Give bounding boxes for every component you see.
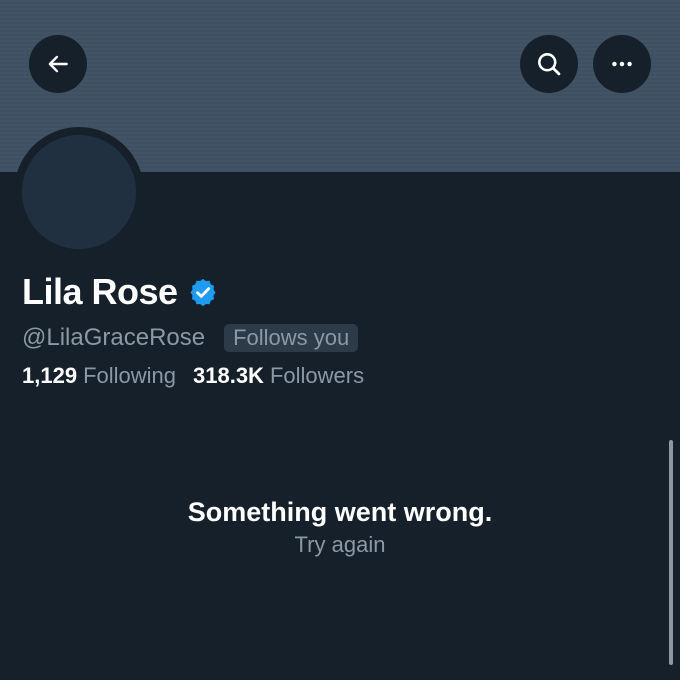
profile-screen: Lila Rose @LilaGraceRose Follows you 1,1… — [0, 0, 680, 680]
more-options-button[interactable] — [593, 35, 651, 93]
follows-you-badge: Follows you — [224, 324, 359, 352]
followers-count: 318.3K — [193, 363, 264, 388]
display-name: Lila Rose — [22, 271, 178, 312]
arrow-left-icon — [48, 55, 68, 73]
following-link[interactable]: 1,129 Following — [22, 361, 176, 391]
error-title: Something went wrong. — [187, 497, 493, 527]
verified-badge-icon[interactable] — [188, 277, 218, 307]
follow-stats: 1,129 Following 318.3K Followers — [22, 361, 364, 391]
following-label: Following — [83, 363, 176, 388]
user-handle: @LilaGraceRose — [22, 324, 206, 351]
followers-link[interactable]: 318.3K Followers — [193, 361, 364, 391]
avatar-frame[interactable] — [14, 127, 144, 257]
error-message: Something went wrong. Try again — [0, 495, 680, 560]
back-button[interactable] — [29, 35, 87, 93]
try-again-button[interactable]: Try again — [295, 530, 386, 560]
search-button[interactable] — [520, 35, 578, 93]
search-icon — [538, 53, 561, 76]
followers-label: Followers — [269, 363, 365, 388]
following-count: 1,129 — [22, 363, 78, 388]
scrollbar[interactable] — [669, 440, 673, 665]
more-horizontal-icon — [612, 61, 632, 67]
avatar[interactable] — [22, 135, 136, 249]
name-row: Lila Rose — [22, 270, 218, 314]
handle-row: @LilaGraceRose Follows you — [22, 322, 359, 354]
